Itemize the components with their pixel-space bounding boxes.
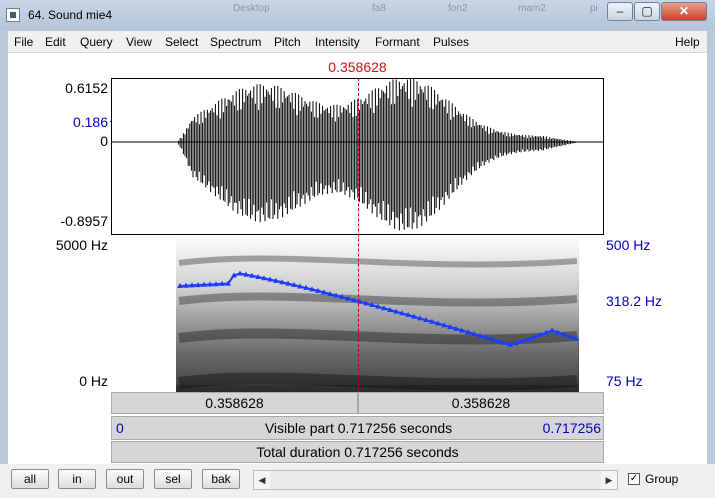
menu-select[interactable]: Select [165, 35, 198, 49]
background-item-desktop: Desktop [233, 3, 270, 14]
background-item-mam2: mam2 [518, 3, 546, 14]
formant-band [178, 328, 578, 345]
zoom-back-button[interactable]: bak [202, 469, 240, 489]
bottom-bar: all in out sel bak ◀ ▶ ✓ Group [0, 464, 715, 498]
maximize-button[interactable]: ▢ [634, 2, 660, 21]
waveform-cursor-value: 0.186 [72, 114, 108, 130]
close-button[interactable]: ✕ [661, 2, 707, 21]
menu-help[interactable]: Help [675, 35, 700, 49]
menu-formant[interactable]: Formant [375, 35, 420, 49]
pitch-max-label: 500 Hz [606, 237, 651, 253]
menu-spectrum[interactable]: Spectrum [210, 35, 261, 49]
cursor-time-label: 0.358628 [328, 59, 387, 75]
menu-pulses[interactable]: Pulses [433, 35, 469, 49]
pitch-min-label: 75 Hz [606, 373, 643, 389]
visible-part-row[interactable]: 0 Visible part 0.717256 seconds 0.717256 [111, 416, 604, 440]
menu-file[interactable]: File [14, 35, 33, 49]
visible-part-label: Visible part 0.717256 seconds [264, 420, 453, 436]
menu-query[interactable]: Query [80, 35, 113, 49]
horizontal-scrollbar[interactable]: ◀ ▶ [253, 470, 618, 490]
zoom-in-button[interactable]: in [58, 469, 96, 489]
menu-view[interactable]: View [126, 35, 152, 49]
spectrogram-min-label: 0 Hz [79, 373, 108, 389]
pitch-cursor-label: 318.2 Hz [606, 293, 663, 309]
menu-edit[interactable]: Edit [45, 35, 66, 49]
spectrogram-max-label: 5000 Hz [55, 237, 108, 253]
minimize-button[interactable]: – [607, 2, 633, 21]
menu-intensity[interactable]: Intensity [315, 35, 360, 49]
spectrogram-texture [176, 245, 578, 391]
title-bar: 64. Sound mie4 Desktop fa8 fon2 mam2 pi … [0, 0, 715, 30]
background-item-fon2: fon2 [448, 3, 468, 14]
waveform-strokes [178, 79, 580, 231]
background-item-fa8: fa8 [372, 3, 386, 14]
segment-right[interactable]: 0.358628 [358, 392, 604, 414]
formant-band [178, 372, 578, 391]
scroll-left-arrow-icon[interactable]: ◀ [254, 471, 270, 489]
waveform-max-label: 0.6152 [65, 80, 108, 96]
waveform-zero-label: 0 [100, 133, 108, 149]
zoom-all-button[interactable]: all [11, 469, 49, 489]
scroll-right-arrow-icon[interactable]: ▶ [601, 471, 617, 489]
menu-bar: File Edit Query View Select Spectrum Pit… [8, 31, 707, 53]
zoom-selection-button[interactable]: sel [154, 469, 192, 489]
segment-left[interactable]: 0.358628 [111, 392, 358, 414]
cursor-line [358, 78, 359, 392]
waveform-trace [178, 79, 580, 231]
app-icon [6, 8, 20, 22]
total-duration-row[interactable]: Total duration 0.717256 seconds [111, 441, 604, 463]
group-checkbox[interactable]: ✓ [628, 473, 640, 485]
visible-end-time: 0.717256 [542, 420, 601, 436]
zoom-out-button[interactable]: out [106, 469, 144, 489]
menu-pitch[interactable]: Pitch [274, 35, 301, 49]
group-label: Group [645, 472, 679, 486]
window-title: 64. Sound mie4 [28, 8, 113, 22]
waveform-min-label: -0.8957 [60, 213, 108, 229]
background-item-pi: pi [590, 3, 598, 14]
